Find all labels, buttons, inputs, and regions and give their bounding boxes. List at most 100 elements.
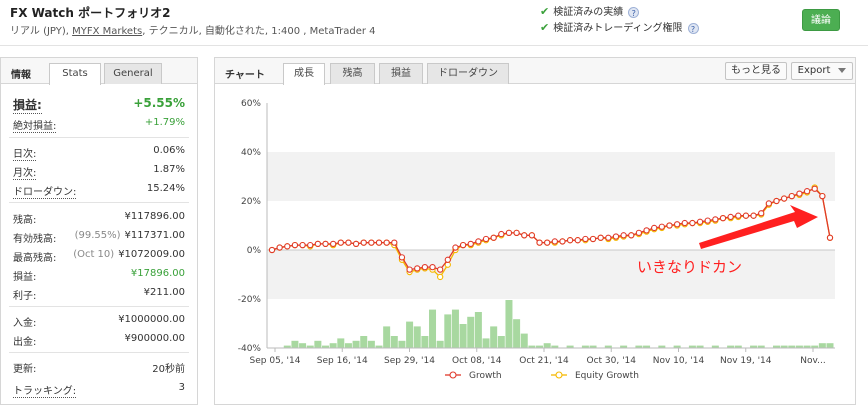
grid-band (267, 250, 835, 299)
growth-point (513, 229, 520, 236)
daily-label[interactable]: 日次: (13, 145, 37, 161)
legend-label: Equity Growth (575, 371, 639, 381)
x-tick-label: Nov 19, '14 (720, 356, 772, 366)
broker-link[interactable]: MYFX Markets (72, 26, 142, 37)
growth-point (459, 241, 467, 249)
volume-bar (513, 319, 521, 348)
monthly-label[interactable]: 月次: (13, 164, 37, 180)
growth-point (719, 214, 727, 222)
growth-point (521, 232, 528, 239)
info-tabs: 情報 Stats General (1, 58, 197, 85)
volume-bar (367, 340, 375, 348)
highest-value: ¥1072009.00 (118, 249, 185, 260)
growth-point (536, 239, 543, 246)
growth-point (314, 240, 322, 248)
help-icon[interactable]: ? (687, 22, 699, 34)
growth-point (337, 239, 344, 246)
volume-bar (360, 336, 368, 348)
growth-point (437, 266, 444, 273)
growth-point (559, 238, 566, 245)
growth-point (796, 190, 803, 197)
deposits-value: ¥1000000.00 (118, 314, 185, 325)
volume-bar (467, 316, 475, 348)
export-button[interactable]: Export (791, 62, 853, 80)
x-tick-label: Sep 05, '14 (250, 356, 301, 366)
withdrawals-value: ¥900000.00 (124, 333, 185, 344)
volume-bar (497, 336, 505, 348)
grid-band (267, 152, 835, 201)
tab-profit[interactable]: 損益 (379, 63, 423, 84)
tab-growth[interactable]: 成長 (283, 63, 325, 85)
growth-point (681, 219, 688, 227)
check-icon: ✔ (540, 5, 550, 18)
growth-point (651, 224, 658, 232)
export-label: Export (797, 65, 831, 76)
volume-bar (505, 300, 513, 348)
divider (9, 137, 189, 138)
drawdown-label[interactable]: ドローダウン: (13, 183, 77, 199)
tab-drawdown[interactable]: ドローダウン (427, 63, 509, 84)
growth-point (826, 234, 834, 241)
growth-point (628, 232, 635, 239)
volume-bar (344, 343, 352, 348)
volume-bar (520, 333, 528, 348)
abs-gain-label[interactable]: 絶対損益: (13, 117, 57, 133)
growth-point (773, 197, 780, 205)
growth-point (589, 235, 597, 243)
drawdown-value: 15.24% (146, 183, 185, 194)
withdrawals-label: 出金: (13, 337, 37, 348)
profit-value: ¥17896.00 (130, 268, 185, 279)
growth-chart: 60% 40% 20% 0% -20% -40% Sep 05, '14 Sep 16, '1… (238, 99, 835, 381)
volume-bar (436, 340, 444, 348)
tab-general[interactable]: General (104, 63, 162, 84)
growth-point (582, 235, 589, 243)
volume-bar (451, 309, 459, 348)
volume-bar (299, 343, 307, 348)
tab-stats[interactable]: Stats (49, 63, 101, 85)
y-tick-label: -40% (238, 344, 262, 354)
volume-bar (337, 338, 345, 348)
growth-point (490, 234, 497, 241)
volume-bar (413, 326, 421, 348)
equity-value: ¥117371.00 (124, 230, 185, 241)
volume-bar (398, 340, 406, 348)
volume-bars (283, 300, 834, 348)
gain-value: +5.55% (133, 96, 185, 110)
growth-point (505, 229, 513, 236)
growth-point (597, 234, 604, 241)
discuss-button[interactable]: 議論 (802, 9, 840, 31)
growth-point (330, 240, 337, 248)
daily-value: 0.06% (153, 145, 185, 156)
help-icon[interactable]: ? (628, 6, 640, 18)
growth-point (742, 212, 750, 219)
growth-point (444, 256, 451, 263)
gain-label[interactable]: 損益: (13, 96, 42, 114)
more-button[interactable]: もっと見る (725, 62, 787, 80)
volume-bar (314, 340, 322, 348)
growth-point (551, 238, 558, 245)
grid-bands (267, 152, 835, 299)
volume-bar (352, 340, 360, 348)
tab-balance[interactable]: 残高 (330, 63, 375, 84)
volume-bar (818, 343, 826, 348)
x-tick-label: Nov... (800, 356, 825, 366)
growth-point (368, 239, 375, 246)
growth-point (635, 229, 643, 236)
x-tick-label: Nov 10, '14 (653, 356, 705, 366)
volume-bar (390, 336, 398, 348)
x-tick-label: Sep 16, '14 (317, 356, 368, 366)
chart-section-label: チャート (225, 70, 265, 81)
y-tick-label: -20% (238, 295, 262, 305)
growth-point (429, 263, 436, 271)
y-tick-label: 20% (241, 197, 261, 207)
legend-marker (449, 371, 457, 379)
chart-panel: チャート 成長 残高 損益 ドローダウン もっと見る Export 60% 40%… (214, 57, 856, 405)
y-tick-label: 60% (241, 99, 261, 109)
info-section-label: 情報 (11, 70, 31, 81)
growth-point (643, 227, 650, 234)
check-icon: ✔ (540, 21, 550, 34)
growth-point (666, 222, 673, 229)
volume-bar (474, 312, 482, 348)
tracking-label[interactable]: トラッキング: (13, 382, 77, 398)
growth-point (406, 266, 413, 273)
